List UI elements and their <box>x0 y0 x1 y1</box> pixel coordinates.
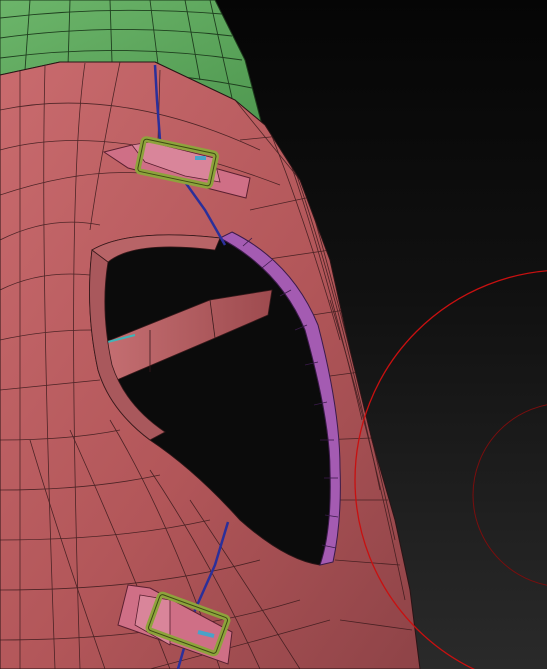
sculpt-viewport[interactable] <box>0 0 547 669</box>
viewport-canvas <box>0 0 547 669</box>
